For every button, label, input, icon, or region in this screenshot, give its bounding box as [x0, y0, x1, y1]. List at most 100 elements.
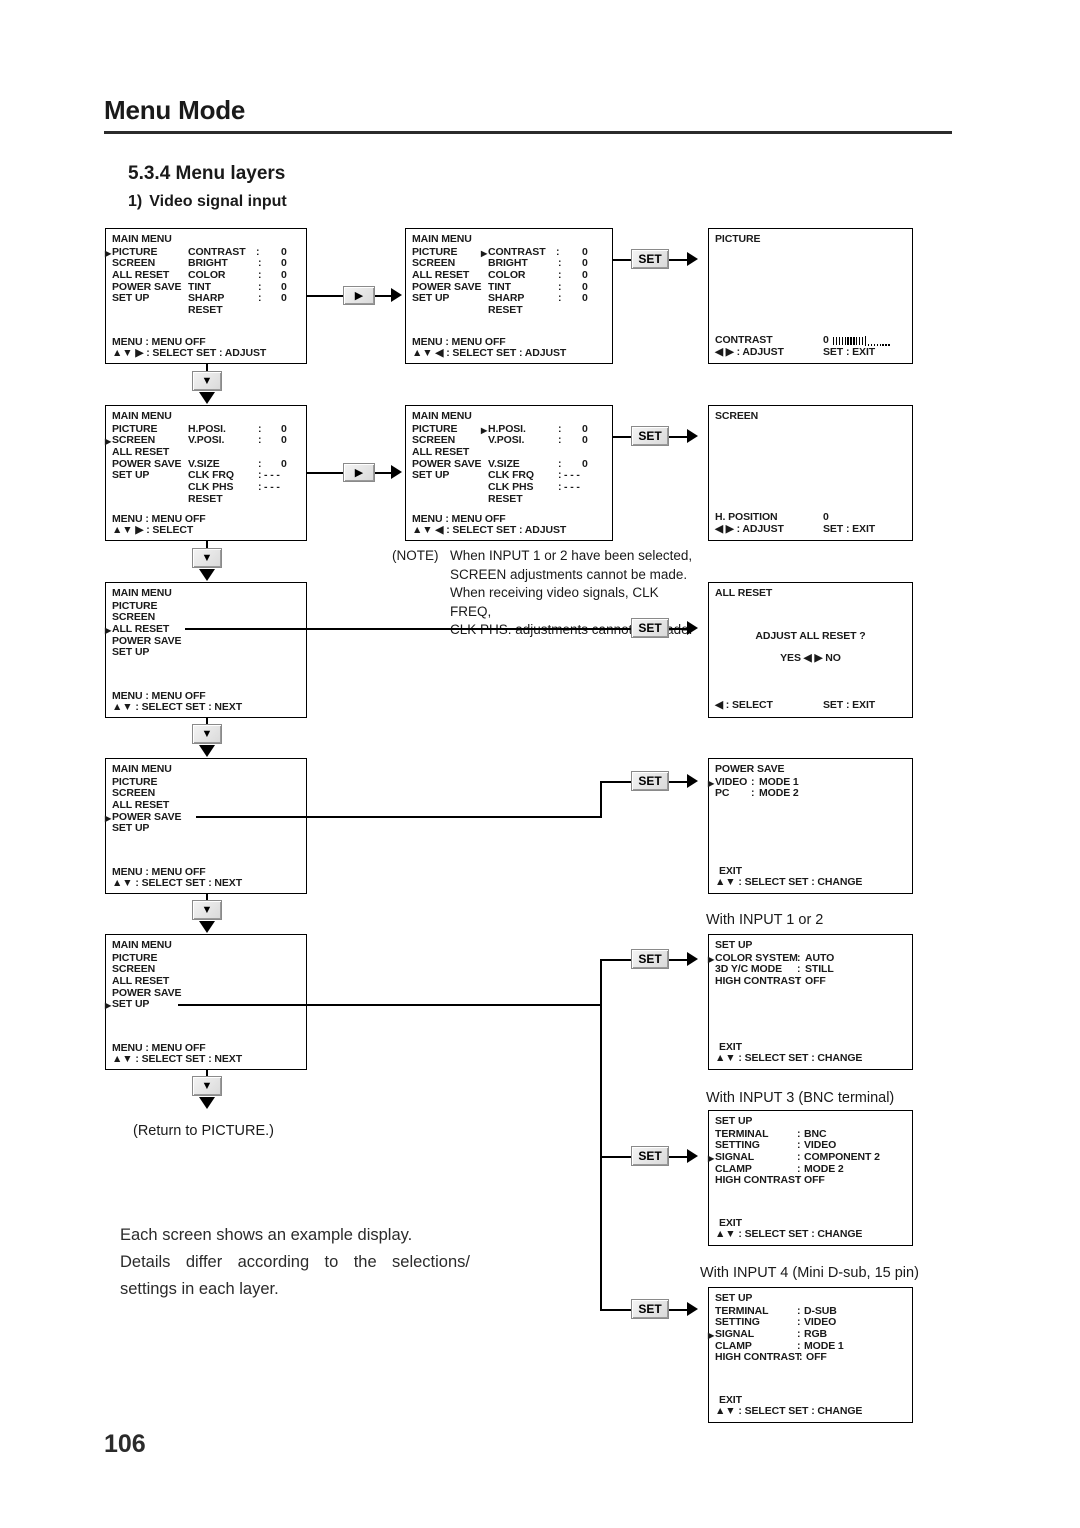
param-vposi-label[interactable]: V.POSI.: [188, 435, 224, 447]
contrast-gauge[interactable]: [833, 336, 891, 346]
osd-footer: EXIT ▲▼ : SELECT SET : CHANGE: [715, 865, 863, 889]
subsection-number: 1): [128, 193, 143, 210]
menu-item-set-up[interactable]: SET UP: [412, 470, 449, 482]
osd-main-menu-hposi: MAIN MENU PICTUREH.POSI.:0 SCREENV.POSI.…: [405, 405, 613, 541]
all-reset-choices[interactable]: YES ◀ ▶ NO: [709, 652, 912, 665]
adjust-value: 0: [823, 511, 829, 523]
param-vposi-label[interactable]: V.POSI.: [488, 435, 524, 447]
osd-picture-adjust: PICTURE CONTRAST 0 ◀ ▶ : ADJUST SET : EX…: [708, 228, 913, 364]
caption-input-1-2: With INPUT 1 or 2: [706, 912, 824, 928]
osd-main-menu-all-reset: MAIN MENU PICTURE SCREEN ALL RESET POWER…: [105, 582, 307, 718]
osd-header: POWER SAVE: [715, 763, 785, 775]
osd-header: MAIN MENU: [112, 233, 172, 245]
right-arrow-icon: [687, 252, 698, 266]
note-line: When receiving video signals, CLK FREQ,: [450, 585, 659, 619]
setup-high-contrast-label[interactable]: HIGH CONTRAST: [715, 975, 801, 988]
osd-footer-exit: SET : EXIT: [823, 699, 876, 711]
osd-header: SCREEN: [715, 410, 759, 422]
param-sharp-value: 0: [281, 292, 287, 305]
connector-line: [669, 436, 687, 438]
set-button[interactable]: SET: [631, 1299, 669, 1319]
setup-high-contrast-label[interactable]: HIGH CONTRAST: [715, 1175, 801, 1187]
set-button[interactable]: SET: [631, 618, 669, 638]
adjust-label: CONTRAST: [715, 334, 773, 346]
connector-line: [669, 1309, 687, 1311]
down-arrow-button[interactable]: ▼: [192, 900, 222, 920]
setup-high-contrast-value: OFF: [804, 1174, 825, 1187]
osd-footer-line2: ▲▼ ◀ : SELECT SET : ADJUST: [412, 347, 567, 360]
osd-setup-input-1-2: SET UP COLOR SYSTEM:AUTO 3D Y/C MODE:STI…: [708, 934, 913, 1070]
menu-item-set-up[interactable]: SET UP: [112, 293, 149, 305]
connector-line: [307, 295, 343, 297]
osd-header: ALL RESET: [715, 587, 773, 599]
subsection-label: Video signal input: [149, 193, 287, 210]
menu-item-set-up[interactable]: SET UP: [112, 823, 149, 835]
down-arrow-button[interactable]: ▼: [192, 1076, 222, 1096]
param-colon: :: [258, 434, 262, 447]
down-arrow-button[interactable]: ▼: [192, 371, 222, 391]
connector-line: [669, 628, 687, 630]
connector-line: [613, 259, 631, 261]
osd-footer: EXIT ▲▼ : SELECT SET : CHANGE: [715, 1394, 862, 1418]
param-reset-label[interactable]: RESET: [488, 493, 523, 506]
setup-high-contrast-label[interactable]: HIGH CONTRAST: [715, 1352, 801, 1364]
param-colon: :: [799, 1351, 803, 1364]
set-button[interactable]: SET: [631, 1146, 669, 1166]
right-arrow-button[interactable]: ▶: [343, 463, 375, 482]
connector-line: [600, 1309, 631, 1311]
osd-footer: EXIT ▲▼ : SELECT SET : CHANGE: [715, 1217, 862, 1241]
osd-footer-line2: ▲▼ : SELECT SET : NEXT: [112, 1053, 243, 1066]
osd-footer-line2: ▲▼ : SELECT SET : NEXT: [112, 701, 243, 714]
set-button[interactable]: SET: [631, 249, 669, 269]
osd-footer: MENU : MENU OFF ▲▼ ◀ : SELECT SET : ADJU…: [412, 336, 567, 360]
menu-item-set-up[interactable]: SET UP: [112, 647, 149, 659]
osd-footer-line2: ▲▼ ▶ : SELECT: [112, 524, 194, 537]
right-arrow-icon: [391, 288, 402, 302]
down-arrow-button[interactable]: ▼: [192, 548, 222, 568]
connector-line: [600, 959, 602, 1310]
down-arrow-button[interactable]: ▼: [192, 724, 222, 744]
osd-header: MAIN MENU: [112, 587, 172, 599]
down-arrow-icon: [199, 921, 215, 933]
osd-header: SET UP: [715, 939, 753, 951]
connector-line: [669, 781, 687, 783]
param-reset-label[interactable]: RESET: [488, 304, 523, 317]
param-colon: :: [558, 481, 562, 494]
osd-header: MAIN MENU: [112, 763, 172, 775]
connector-line: [669, 1156, 687, 1158]
connector-line: [600, 1156, 631, 1158]
menu-item-set-up[interactable]: SET UP: [412, 293, 449, 305]
osd-main-menu-contrast: MAIN MENU PICTURECONTRAST:0 SCREENBRIGHT…: [405, 228, 613, 364]
osd-footer: MENU : MENU OFF ▲▼ : SELECT SET : NEXT: [112, 1042, 243, 1066]
menu-item-set-up[interactable]: SET UP: [112, 470, 149, 482]
right-arrow-button[interactable]: ▶: [343, 286, 375, 305]
osd-all-reset-confirm: ALL RESET ADJUST ALL RESET ? YES ◀ ▶ NO …: [708, 582, 913, 718]
right-arrow-icon: [687, 1302, 698, 1316]
osd-footer-line2: ▲▼ : SELECT SET : CHANGE: [715, 876, 863, 889]
param-colon: :: [258, 292, 262, 305]
param-colon: :: [258, 481, 262, 494]
param-sharp-value: 0: [582, 292, 588, 305]
set-button[interactable]: SET: [631, 771, 669, 791]
osd-footer-line2: ▲▼ : SELECT SET : NEXT: [112, 877, 243, 890]
caption-input-3: With INPUT 3 (BNC terminal): [706, 1090, 895, 1106]
param-reset-label[interactable]: RESET: [188, 304, 223, 317]
param-colon: :: [797, 1174, 801, 1187]
power-save-pc-label[interactable]: PC: [715, 788, 729, 800]
osd-header: MAIN MENU: [112, 939, 172, 951]
menu-item-set-up[interactable]: SET UP: [105, 999, 149, 1012]
note-line: SCREEN adjustments cannot be made.: [450, 566, 688, 582]
param-colon: :: [558, 434, 562, 447]
connector-line: [196, 816, 602, 818]
osd-main-menu-power-save: MAIN MENU PICTURE SCREEN ALL RESET POWER…: [105, 758, 307, 894]
osd-header: MAIN MENU: [412, 410, 472, 422]
osd-power-save: POWER SAVE VIDEO:MODE 1 PC:MODE 2 EXIT ▲…: [708, 758, 913, 894]
osd-header: MAIN MENU: [112, 410, 172, 422]
adjust-value: 0: [823, 334, 829, 346]
set-button[interactable]: SET: [631, 949, 669, 969]
right-arrow-icon: [687, 952, 698, 966]
connector-line: [600, 781, 602, 818]
connector-line: [178, 1004, 602, 1006]
set-button[interactable]: SET: [631, 426, 669, 446]
param-reset-label[interactable]: RESET: [188, 493, 223, 506]
